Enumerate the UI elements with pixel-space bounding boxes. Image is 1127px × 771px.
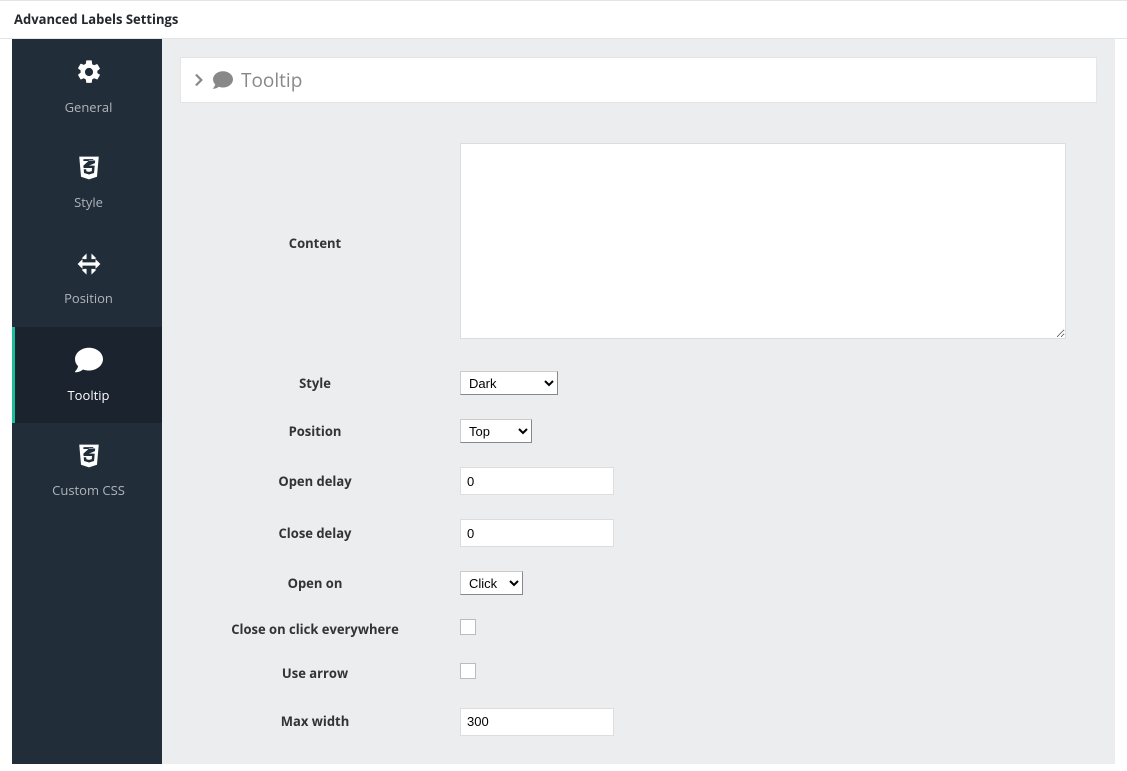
position-select[interactable]: Top <box>460 419 532 443</box>
gear-icon <box>75 58 103 90</box>
sidebar: General Style Position Tooltip Custom CS <box>12 39 162 764</box>
label-open-on: Open on <box>180 574 460 592</box>
sidebar-item-label: General <box>65 98 113 116</box>
sidebar-item-tooltip[interactable]: Tooltip <box>12 327 162 423</box>
sidebar-item-general[interactable]: General <box>12 39 162 135</box>
sidebar-item-position[interactable]: Position <box>12 231 162 327</box>
sidebar-item-label: Style <box>74 193 103 211</box>
panel-title: Tooltip <box>241 67 302 94</box>
css3-icon <box>76 155 102 185</box>
open-delay-input[interactable] <box>460 467 614 495</box>
sidebar-item-custom-css[interactable]: Custom CSS <box>12 423 162 519</box>
comment-icon <box>75 346 103 378</box>
label-position: Position <box>180 422 460 440</box>
max-width-input[interactable] <box>460 708 614 736</box>
sidebar-item-label: Position <box>64 289 113 307</box>
sidebar-item-label: Tooltip <box>68 386 110 404</box>
label-use-arrow: Use arrow <box>180 664 460 682</box>
label-close-delay: Close delay <box>180 524 460 542</box>
sidebar-item-label: Custom CSS <box>52 481 125 499</box>
content-area: Tooltip Content Style Dark Position Top <box>162 39 1115 764</box>
label-open-delay: Open delay <box>180 472 460 490</box>
label-style: Style <box>180 374 460 392</box>
css3-icon <box>76 443 102 473</box>
open-on-select[interactable]: Click <box>460 571 523 595</box>
label-close-everywhere: Close on click everywhere <box>180 620 460 638</box>
style-select[interactable]: Dark <box>460 371 558 395</box>
close-everywhere-checkbox[interactable] <box>460 619 476 635</box>
content-textarea[interactable] <box>460 143 1066 339</box>
use-arrow-checkbox[interactable] <box>460 663 476 679</box>
settings-wrapper: General Style Position Tooltip Custom CS <box>12 39 1115 764</box>
sidebar-item-style[interactable]: Style <box>12 135 162 231</box>
chevron-right-icon <box>193 73 205 87</box>
page-title-bar: Advanced Labels Settings <box>0 0 1127 39</box>
panel-header[interactable]: Tooltip <box>180 57 1097 103</box>
comment-icon <box>213 70 233 90</box>
label-content: Content <box>180 234 460 252</box>
arrows-icon <box>76 251 102 281</box>
form: Content Style Dark Position Top Open del… <box>180 103 1097 764</box>
label-max-width: Max width <box>180 712 460 730</box>
page-title: Advanced Labels Settings <box>14 10 178 28</box>
close-delay-input[interactable] <box>460 519 614 547</box>
